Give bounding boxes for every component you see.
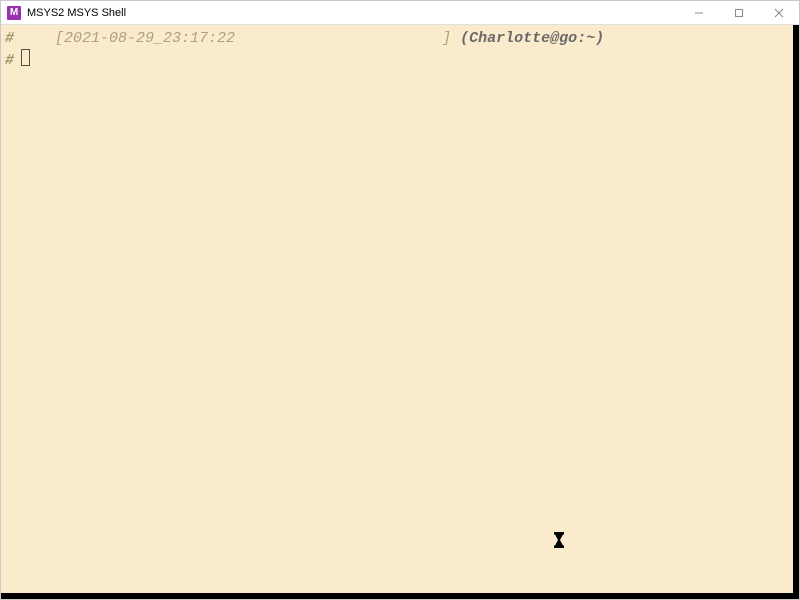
hourglass-icon xyxy=(552,532,566,553)
maximize-button[interactable] xyxy=(719,1,759,25)
app-icon-letter: M xyxy=(10,7,18,18)
close-button[interactable] xyxy=(759,1,799,25)
prompt-userhost: (Charlotte@go:~) xyxy=(460,30,604,47)
app-icon: M xyxy=(7,6,21,20)
prompt-open-bracket: [ xyxy=(55,30,64,47)
prompt-hash-2: # xyxy=(5,51,19,71)
text-cursor xyxy=(21,49,30,66)
prompt-hash: # xyxy=(5,29,19,49)
app-window: M MSYS2 MSYS Shell # [2021-08-29_23:17:2… xyxy=(0,0,800,600)
prompt-line-1: # [2021-08-29_23:17:22 ] (Charlotte@go:~… xyxy=(5,29,795,49)
terminal-area[interactable]: # [2021-08-29_23:17:22 ] (Charlotte@go:~… xyxy=(1,25,799,599)
prompt-close-bracket: ] xyxy=(442,30,451,47)
minimize-button[interactable] xyxy=(679,1,719,25)
window-title: MSYS2 MSYS Shell xyxy=(27,7,126,19)
titlebar[interactable]: M MSYS2 MSYS Shell xyxy=(1,1,799,25)
prompt-timestamp: 2021-08-29_23:17:22 xyxy=(64,30,235,47)
prompt-line-2: # xyxy=(5,49,795,69)
